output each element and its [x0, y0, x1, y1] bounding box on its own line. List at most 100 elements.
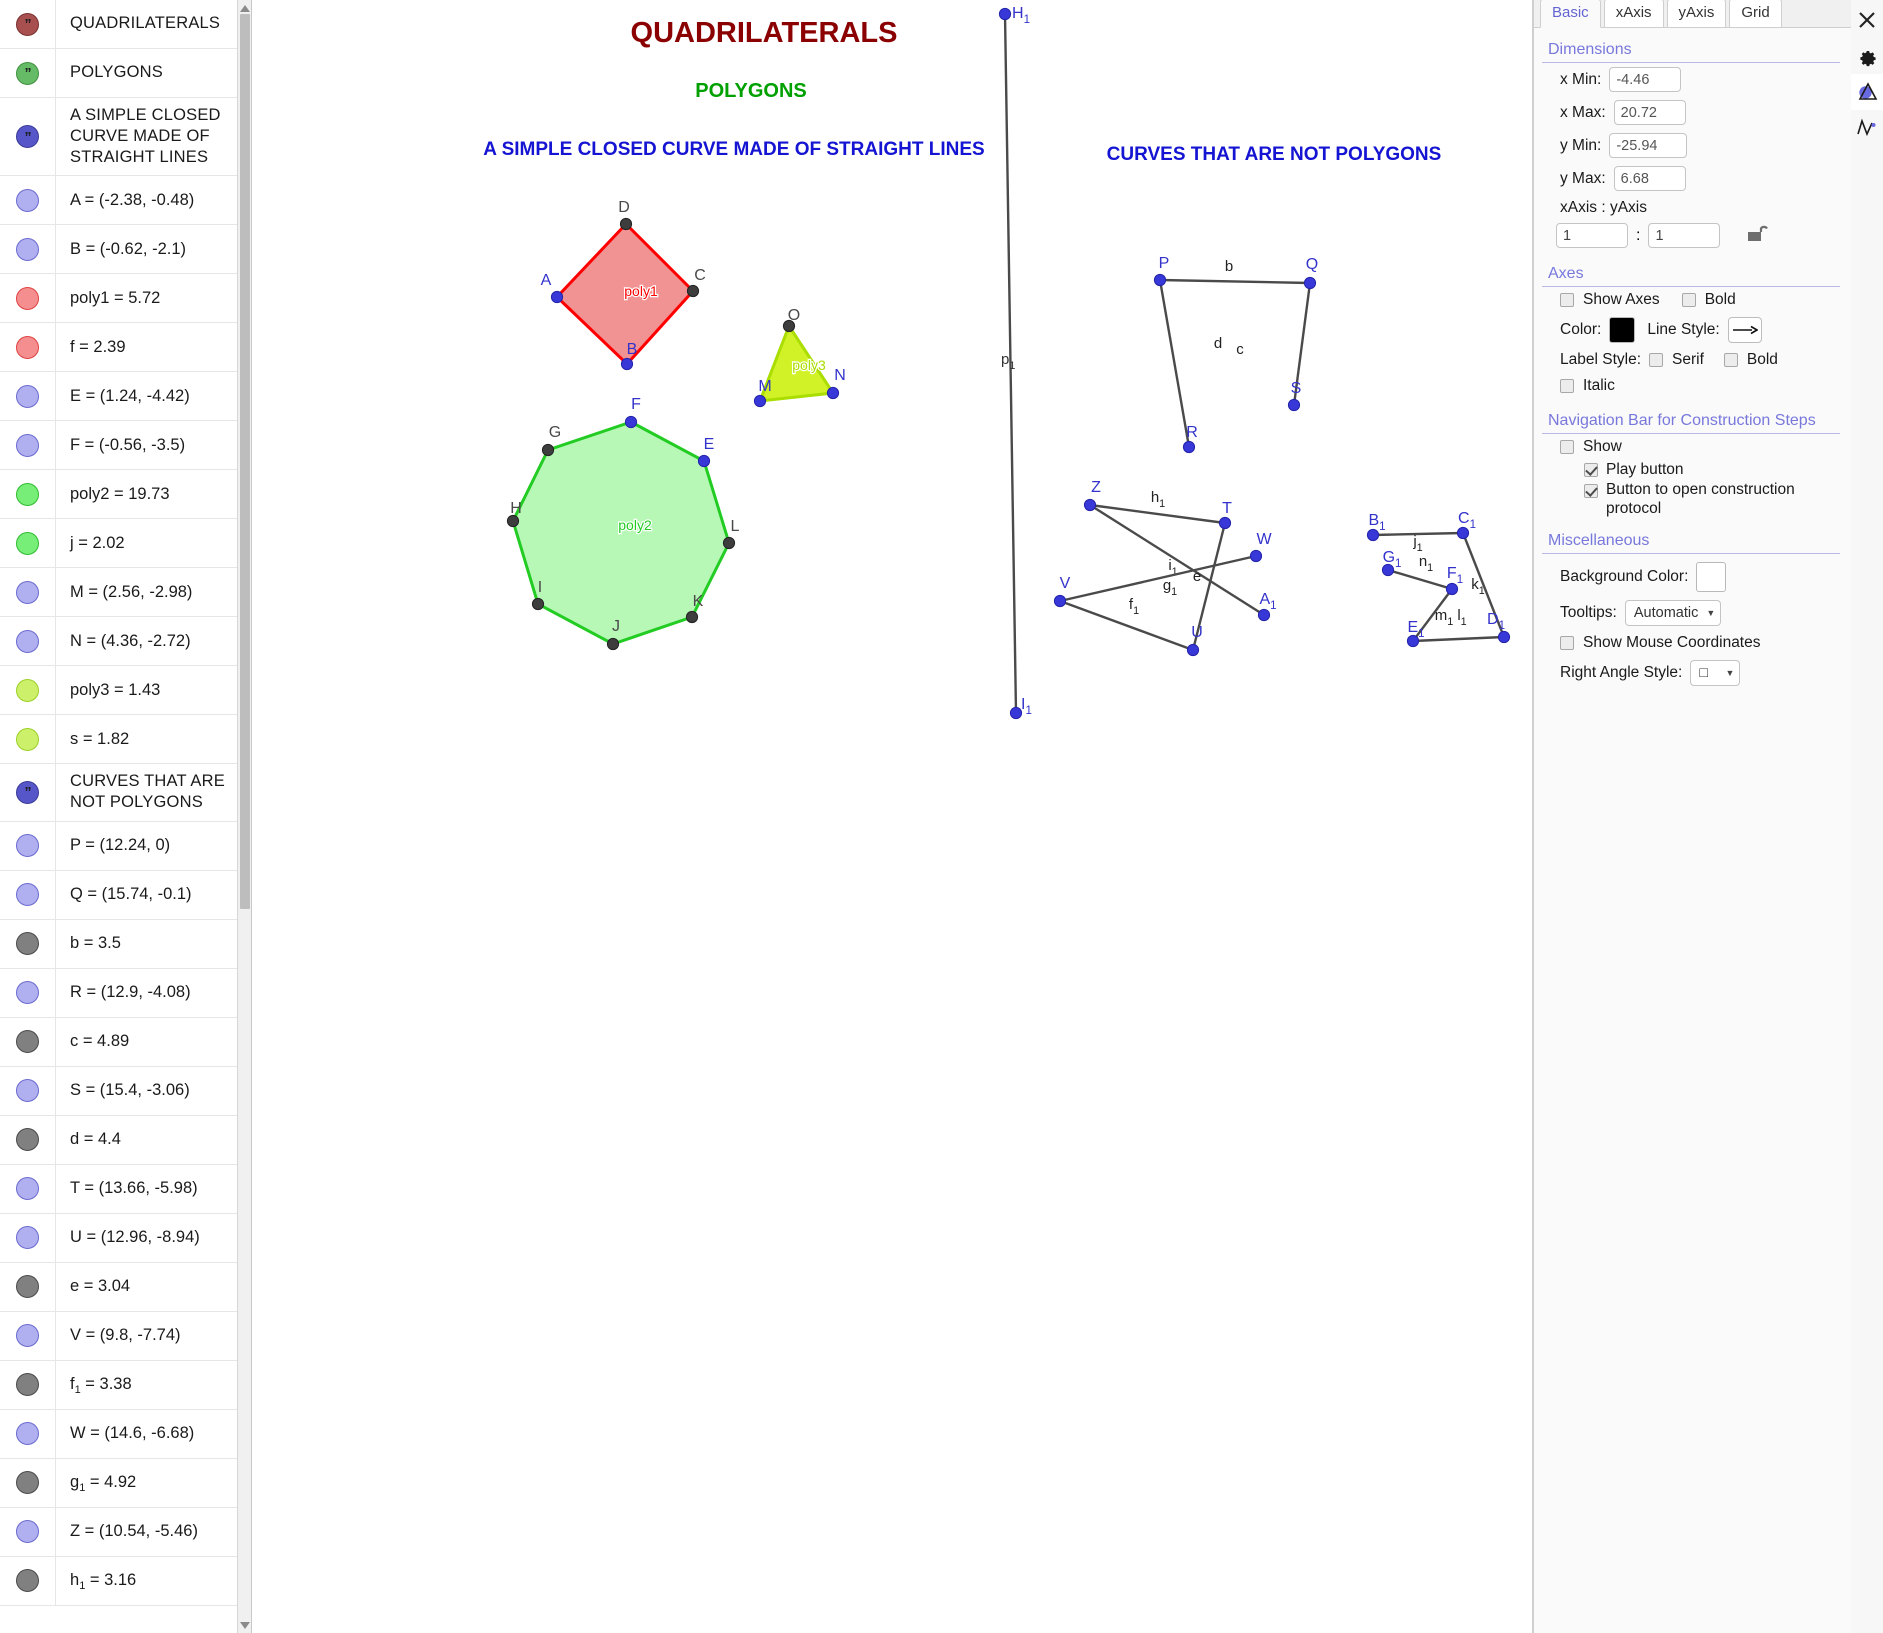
axes-bold-checkbox[interactable]: [1681, 293, 1696, 307]
object-marker-icon[interactable]: [16, 1128, 39, 1152]
object-visibility-toggle[interactable]: [0, 519, 56, 568]
vertex-point[interactable]: [1366, 528, 1380, 542]
object-marker-icon[interactable]: [16, 286, 39, 310]
algebra-row[interactable]: f1 = 3.38: [0, 1360, 251, 1410]
algebra-row[interactable]: e = 3.04: [0, 1262, 251, 1312]
object-visibility-toggle[interactable]: [0, 821, 56, 870]
object-visibility-toggle[interactable]: [0, 372, 56, 421]
algebra-row[interactable]: d = 4.4: [0, 1115, 251, 1165]
vertex-point[interactable]: [1153, 273, 1167, 287]
algebra-row[interactable]: poly3 = 1.43: [0, 666, 251, 716]
algebra-row[interactable]: W = (14.6, -6.68): [0, 1409, 251, 1459]
object-marker-icon[interactable]: [16, 981, 39, 1005]
algebra-scrollbar-thumb[interactable]: [240, 14, 250, 909]
object-marker-icon[interactable]: [16, 335, 39, 359]
algebra-row[interactable]: s = 1.82: [0, 715, 251, 765]
label-bold-checkbox[interactable]: [1723, 353, 1738, 367]
object-marker-icon[interactable]: [16, 1471, 39, 1495]
object-visibility-toggle[interactable]: [0, 1311, 56, 1360]
text-object-marker-icon[interactable]: ”: [16, 12, 39, 36]
y-min-input[interactable]: -25.94: [1609, 133, 1688, 158]
vertex-point[interactable]: [550, 290, 564, 304]
vertex-point[interactable]: [1406, 634, 1420, 648]
algebra-row[interactable]: N = (4.36, -2.72): [0, 617, 251, 667]
object-marker-icon[interactable]: [16, 629, 39, 653]
object-marker-icon[interactable]: [16, 580, 39, 604]
right-angle-dropdown[interactable]: □ ▼: [1690, 659, 1741, 686]
object-visibility-toggle[interactable]: [0, 1115, 56, 1164]
object-visibility-toggle[interactable]: [0, 470, 56, 519]
object-visibility-toggle[interactable]: [0, 617, 56, 666]
object-visibility-toggle[interactable]: ”: [0, 49, 56, 97]
vertex-point[interactable]: [1456, 526, 1470, 540]
algebra-row[interactable]: b = 3.5: [0, 919, 251, 969]
background-color-swatch[interactable]: [1696, 561, 1727, 592]
algebra-row[interactable]: c = 4.89: [0, 1017, 251, 1067]
algebra-row[interactable]: T = (13.66, -5.98): [0, 1164, 251, 1214]
object-visibility-toggle[interactable]: [0, 176, 56, 225]
text-object-marker-icon[interactable]: ”: [16, 61, 39, 85]
segment-n1[interactable]: [1387, 568, 1453, 591]
vertex-point[interactable]: [541, 443, 555, 457]
text-object-marker-icon[interactable]: ”: [16, 780, 39, 804]
vertex-point[interactable]: [531, 597, 545, 611]
object-visibility-toggle[interactable]: [0, 1066, 56, 1115]
object-visibility-toggle[interactable]: [0, 1507, 56, 1556]
object-marker-icon[interactable]: [16, 1569, 39, 1593]
object-marker-icon[interactable]: [16, 1226, 39, 1250]
algebra-row[interactable]: P = (12.24, 0): [0, 821, 251, 871]
show-axes-checkbox[interactable]: [1560, 293, 1574, 307]
object-visibility-toggle[interactable]: [0, 919, 56, 968]
algebra-row[interactable]: R = (12.9, -4.08): [0, 968, 251, 1018]
algebra-row[interactable]: h1 = 3.16: [0, 1556, 251, 1606]
algebra-row[interactable]: S = (15.4, -3.06): [0, 1066, 251, 1116]
play-button-checkbox[interactable]: [1584, 463, 1598, 478]
object-marker-icon[interactable]: [16, 1520, 39, 1544]
text-object-marker-icon[interactable]: ”: [16, 125, 39, 149]
vertex-point[interactable]: [1257, 608, 1271, 622]
object-marker-icon[interactable]: [16, 237, 39, 261]
vertex-point[interactable]: [1009, 706, 1023, 720]
object-visibility-toggle[interactable]: [0, 323, 56, 372]
object-visibility-toggle[interactable]: [0, 274, 56, 323]
vertex-point[interactable]: [620, 357, 634, 371]
tab-grid[interactable]: Grid: [1729, 0, 1782, 27]
algebra-row[interactable]: E = (1.24, -4.42): [0, 372, 251, 422]
segment-f1[interactable]: [1059, 599, 1194, 652]
object-visibility-toggle[interactable]: [0, 1164, 56, 1213]
segment-g1[interactable]: [1059, 554, 1257, 603]
vertex-point[interactable]: [686, 284, 700, 298]
segment-d[interactable]: [1158, 279, 1191, 448]
algebra-row[interactable]: ” A SIMPLE CLOSED CURVE MADE OF STRAIGHT …: [0, 98, 251, 177]
object-marker-icon[interactable]: [16, 1275, 39, 1299]
vertex-point[interactable]: [1381, 563, 1395, 577]
algebra-row[interactable]: U = (12.96, -8.94): [0, 1213, 251, 1263]
object-visibility-toggle[interactable]: [0, 225, 56, 274]
vertex-point[interactable]: [697, 454, 711, 468]
object-marker-icon[interactable]: [16, 1373, 39, 1397]
object-marker-icon[interactable]: [16, 1030, 39, 1054]
vertex-point[interactable]: [506, 514, 520, 528]
graphics-view-icon[interactable]: [1851, 74, 1883, 110]
algebra-row[interactable]: V = (9.8, -7.74): [0, 1311, 251, 1361]
x-min-input[interactable]: -4.46: [1609, 67, 1682, 92]
lock-icon[interactable]: [1746, 223, 1769, 248]
gear-icon[interactable]: [1851, 38, 1883, 74]
graph-curve-icon[interactable]: [1851, 110, 1883, 146]
object-marker-icon[interactable]: [16, 678, 39, 702]
object-marker-icon[interactable]: [16, 883, 39, 907]
x-max-input[interactable]: 20.72: [1613, 100, 1686, 125]
algebra-row[interactable]: ” CURVES THAT ARE NOT POLYGONS: [0, 764, 251, 822]
segment-b[interactable]: [1159, 278, 1311, 285]
vertex-point[interactable]: [998, 7, 1012, 21]
vertex-point[interactable]: [1186, 643, 1200, 657]
object-visibility-toggle[interactable]: ”: [0, 98, 56, 176]
object-visibility-toggle[interactable]: [0, 421, 56, 470]
object-visibility-toggle[interactable]: ”: [0, 0, 56, 48]
construction-protocol-checkbox[interactable]: [1584, 484, 1598, 499]
tab-yaxis[interactable]: yAxis: [1666, 0, 1727, 27]
object-visibility-toggle[interactable]: [0, 568, 56, 617]
object-marker-icon[interactable]: [16, 188, 39, 212]
object-marker-icon[interactable]: [16, 433, 39, 457]
object-marker-icon[interactable]: [16, 1422, 39, 1446]
